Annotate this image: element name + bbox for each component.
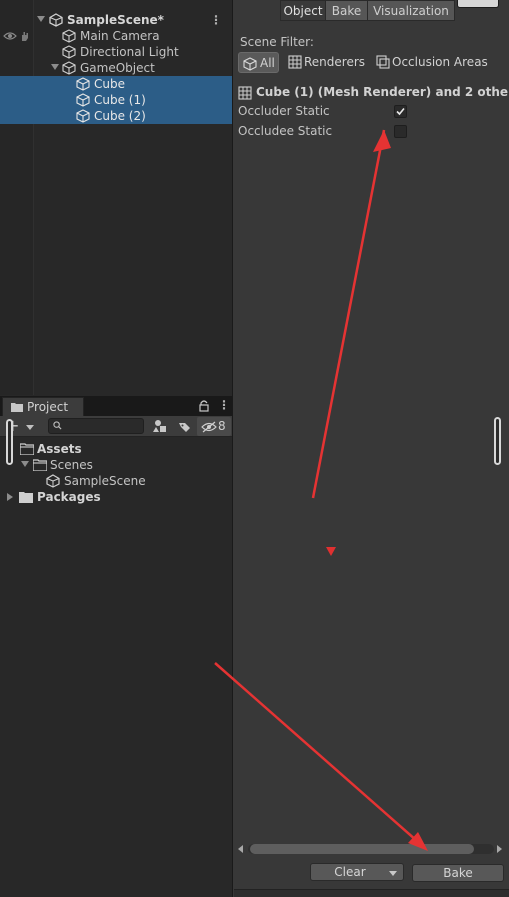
scene-name: SampleScene* <box>67 13 164 27</box>
pickable-hand-icon[interactable] <box>19 30 31 42</box>
occludee-static-label: Occludee Static <box>238 124 333 138</box>
project-tree-label: Scenes <box>50 458 93 472</box>
filter-renderers-label: Renderers <box>304 55 366 69</box>
folder-icon <box>20 443 34 455</box>
scene-menu-kebab-icon[interactable]: ⋮ <box>210 12 222 28</box>
hierarchy-item-label: Directional Light <box>80 45 179 59</box>
unity-scene-icon <box>46 474 60 488</box>
occludee-static-row: Occludee Static <box>238 122 503 140</box>
scroll-right-arrow-icon[interactable] <box>497 845 502 853</box>
annotation-marker <box>326 547 336 556</box>
project-menu-kebab-icon[interactable]: ⋮ <box>218 398 230 412</box>
tab-bake-label: Bake <box>331 4 362 18</box>
bottom-strip <box>234 889 509 897</box>
tab-visualization-label: Visualization <box>373 4 449 18</box>
collapsed-arrow-icon[interactable] <box>7 493 13 501</box>
hierarchy-item-label: GameObject <box>80 61 155 75</box>
folder-icon <box>11 403 23 412</box>
cube-icon <box>62 61 76 75</box>
hierarchy-item[interactable]: Directional Light <box>0 44 232 60</box>
expand-arrow-icon[interactable] <box>37 16 45 22</box>
hierarchy-item[interactable]: Main Camera <box>0 28 232 44</box>
selection-header-label: Cube (1) (Mesh Renderer) and 2 others <box>256 85 509 99</box>
grid-icon <box>288 55 302 69</box>
hierarchy-item-label: Cube (2) <box>94 109 146 123</box>
scene-filter-label: Scene Filter: <box>240 35 314 49</box>
tab-project-label: Project <box>27 400 69 414</box>
tab-visualization[interactable]: Visualization <box>367 0 455 21</box>
project-tree-item[interactable]: Packages <box>0 489 232 505</box>
hierarchy-item-label: Cube <box>94 77 125 91</box>
project-tree-item[interactable]: Assets <box>0 441 232 457</box>
hidden-packages-toggle[interactable]: 8 <box>197 417 231 436</box>
hierarchy-item[interactable]: GameObject <box>0 60 232 76</box>
occlusion-culling-panel: Object Bake Visualization Scene Filter: … <box>234 0 509 897</box>
bake-button-label: Bake <box>443 866 473 880</box>
folder-icon <box>33 459 47 471</box>
project-tree-label: Assets <box>37 442 82 456</box>
cube-icon <box>62 29 76 43</box>
tab-object-label: Object <box>283 4 323 18</box>
hierarchy-item-selected[interactable]: Cube (1) <box>0 92 232 108</box>
tab-bake[interactable]: Bake <box>325 0 368 21</box>
hidden-packages-count: 8 <box>218 419 226 433</box>
search-icon <box>53 421 62 430</box>
create-dropdown-caret-icon[interactable] <box>26 425 34 430</box>
folder-icon <box>19 492 33 503</box>
eye-icon[interactable] <box>3 30 17 42</box>
hierarchy-item-selected[interactable]: Cube (2) <box>0 108 232 124</box>
expand-arrow-icon[interactable] <box>51 64 59 70</box>
filter-all-label: All <box>260 56 275 70</box>
checkmark-icon <box>396 107 405 116</box>
chevron-down-icon[interactable] <box>389 871 397 876</box>
search-by-type-icon[interactable] <box>150 417 172 436</box>
filter-occlusion-areas-button[interactable]: Occlusion Areas <box>375 52 493 73</box>
clear-button-label: Clear <box>334 865 366 879</box>
project-tab-bar: Project <box>0 396 232 416</box>
filter-renderers-button[interactable]: Renderers <box>287 52 365 73</box>
right-scrollbar-thumb[interactable] <box>494 417 501 465</box>
scrollbar-thumb[interactable] <box>250 844 474 854</box>
cube-icon <box>76 109 90 123</box>
project-tree-item[interactable]: Scenes <box>0 457 232 473</box>
cube-icon <box>76 93 90 107</box>
project-tree-item[interactable]: SampleScene <box>0 473 232 489</box>
tab-object[interactable]: Object <box>280 0 326 21</box>
project-tree-label: SampleScene <box>64 474 146 488</box>
project-search-box[interactable] <box>48 418 144 434</box>
hierarchy-item-label: Cube (1) <box>94 93 146 107</box>
filter-all-button[interactable]: All <box>238 52 279 73</box>
hierarchy-item-selected[interactable]: Cube <box>0 76 232 92</box>
tab-project[interactable]: Project <box>2 397 84 416</box>
unity-scene-icon <box>49 13 63 27</box>
left-scrollbar-thumb[interactable] <box>6 419 13 465</box>
project-tree-label: Packages <box>37 490 101 504</box>
occluder-static-checkbox[interactable] <box>394 105 407 118</box>
cube-icon <box>76 77 90 91</box>
grid-icon <box>238 86 252 100</box>
search-input[interactable] <box>65 419 141 433</box>
search-by-label-icon[interactable] <box>174 417 196 436</box>
cube-icon <box>62 45 76 59</box>
left-panel: SampleScene* ⋮ Main Camera Directional L… <box>0 0 233 897</box>
hierarchy-scene-row[interactable]: SampleScene* ⋮ <box>0 12 232 28</box>
eye-slash-icon <box>201 421 217 433</box>
clear-button[interactable]: Clear <box>310 863 404 881</box>
project-toolbar: + 8 <box>0 416 232 437</box>
cube-icon <box>243 57 257 71</box>
occlusion-area-icon <box>376 55 390 69</box>
window-control[interactable] <box>457 0 499 8</box>
filter-occlusion-areas-label: Occlusion Areas <box>392 55 488 69</box>
occludee-static-checkbox[interactable] <box>394 125 407 138</box>
occluder-static-row: Occluder Static <box>238 102 503 120</box>
scroll-left-arrow-icon[interactable] <box>238 845 243 853</box>
horizontal-scrollbar[interactable] <box>238 843 506 855</box>
bake-button[interactable]: Bake <box>412 864 504 882</box>
occluder-static-label: Occluder Static <box>238 104 330 118</box>
expand-arrow-icon[interactable] <box>21 461 29 467</box>
hierarchy-item-label: Main Camera <box>80 29 160 43</box>
lock-icon[interactable] <box>199 400 209 412</box>
